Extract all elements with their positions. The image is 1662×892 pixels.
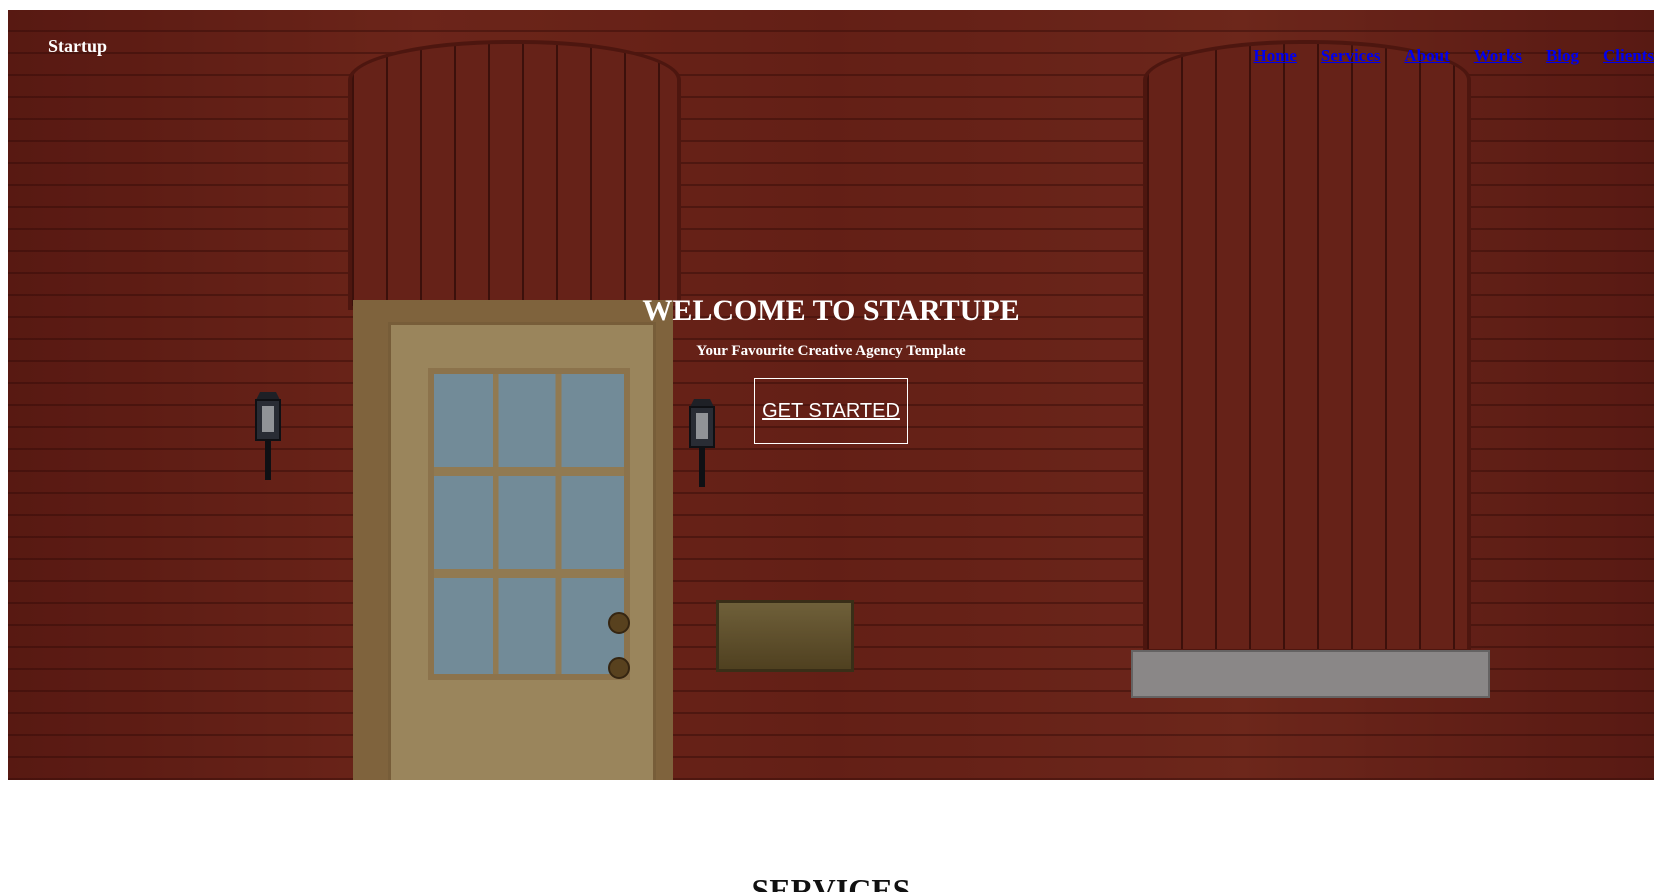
page: Startup Home Services About Works Blog C… (0, 0, 1662, 892)
hero-subtitle: Your Favourite Creative Agency Template (696, 343, 966, 359)
nav-item-home[interactable]: Home (1253, 46, 1296, 66)
main-nav: Home Services About Works Blog Clients (1253, 46, 1654, 66)
mailbox-decoration (716, 600, 854, 672)
hero-content: WELCOME TO STARTUPE Your Favourite Creat… (8, 293, 1654, 444)
brand-logo[interactable]: Startup (48, 36, 107, 57)
door-lock-decoration (608, 612, 630, 634)
nav-item-blog[interactable]: Blog (1546, 46, 1579, 66)
nav-item-about[interactable]: About (1404, 46, 1449, 66)
nav-item-services[interactable]: Services (1321, 46, 1380, 66)
arched-panel-decoration (348, 40, 681, 310)
get-started-button[interactable]: GET STARTED (754, 378, 908, 444)
hero-title: WELCOME TO STARTUPE (642, 294, 1020, 327)
nav-item-works[interactable]: Works (1474, 46, 1522, 66)
nav-item-clients[interactable]: Clients (1603, 46, 1654, 66)
services-heading: SERVICES (751, 872, 911, 892)
hero-section: Startup Home Services About Works Blog C… (8, 10, 1654, 780)
window-sill-decoration (1131, 650, 1490, 698)
door-knob-decoration (608, 657, 630, 679)
